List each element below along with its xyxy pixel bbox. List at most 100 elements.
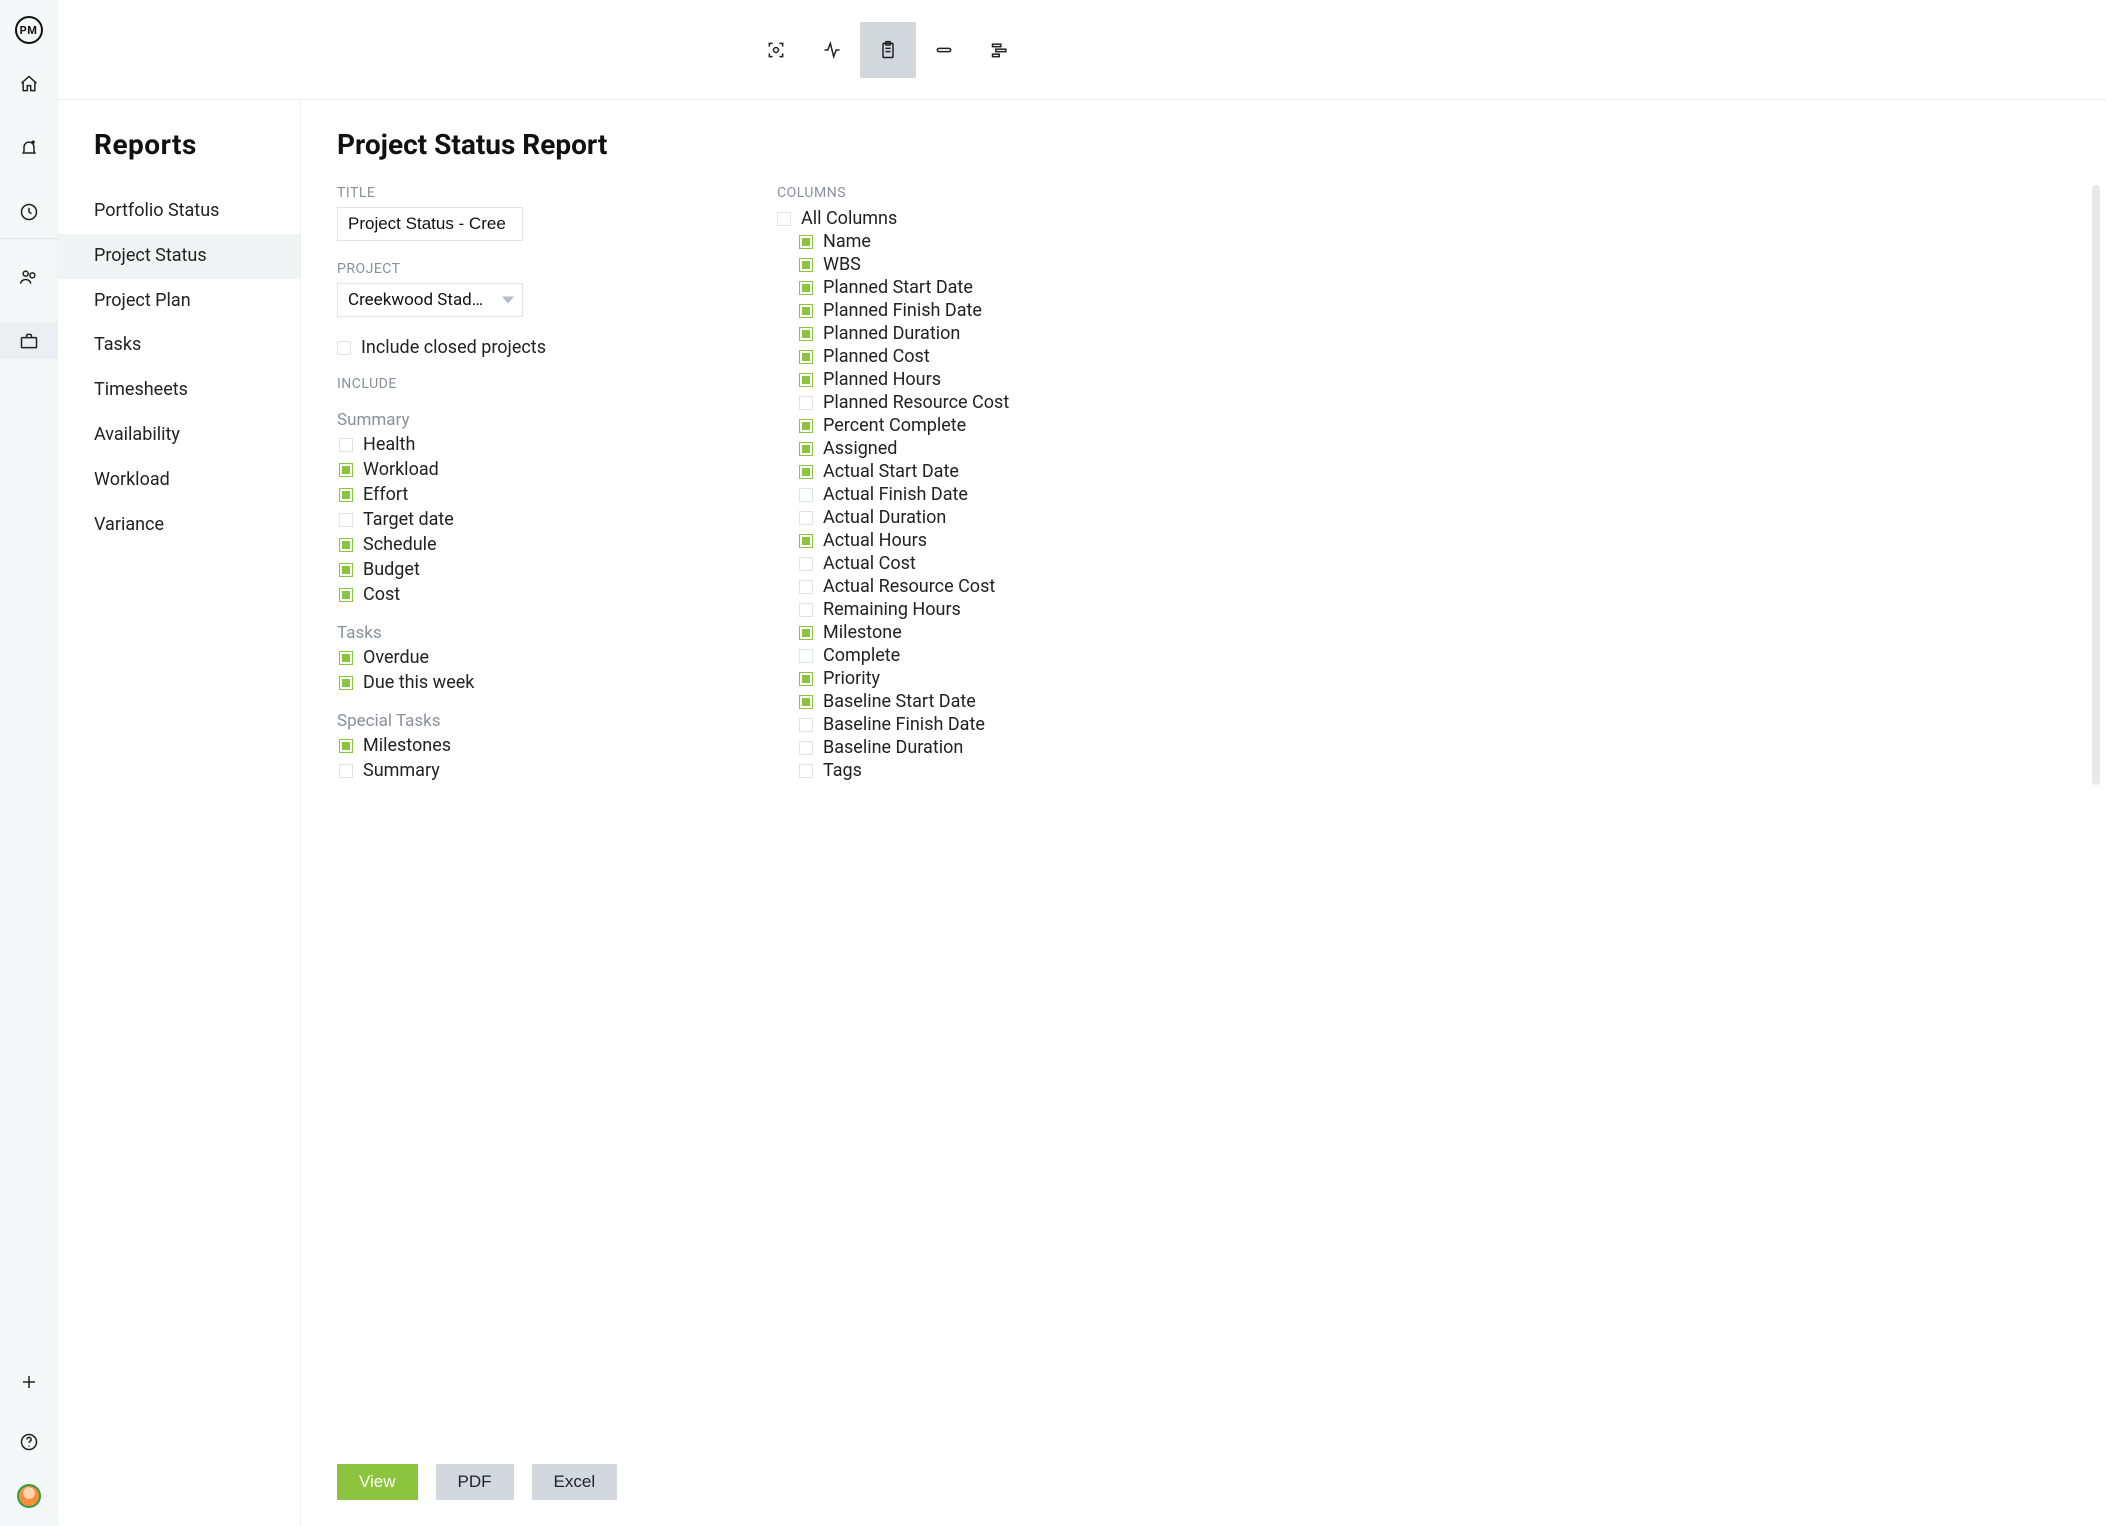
column-checkbox[interactable] (799, 534, 813, 548)
all-columns-label: All Columns (801, 208, 897, 229)
column-checkbox[interactable] (799, 603, 813, 617)
column-checkbox[interactable] (799, 350, 813, 364)
column-label: WBS (823, 254, 861, 275)
sidebar-item[interactable]: Tasks (58, 323, 300, 368)
rail-recent[interactable] (0, 194, 58, 230)
column-checkbox[interactable] (799, 764, 813, 778)
column-label: Planned Cost (823, 346, 930, 367)
topbar-activity[interactable] (804, 22, 860, 78)
excel-button[interactable]: Excel (532, 1464, 618, 1500)
column-label: Remaining Hours (823, 599, 961, 620)
include-checkbox[interactable] (339, 488, 353, 502)
include-option-label: Target date (363, 509, 454, 530)
include-checkbox[interactable] (339, 438, 353, 452)
include-checkbox[interactable] (339, 588, 353, 602)
roadmap-icon (990, 40, 1010, 60)
columns-label: COLUMNS (777, 185, 2058, 201)
clipboard-icon (878, 40, 898, 60)
rail-home[interactable] (0, 66, 58, 102)
column-label: Planned Duration (823, 323, 960, 344)
scrollbar[interactable] (2092, 185, 2100, 785)
topbar-reports[interactable] (860, 22, 916, 78)
column-checkbox[interactable] (799, 281, 813, 295)
sidebar-item[interactable]: Project Plan (58, 279, 300, 324)
column-label: Actual Finish Date (823, 484, 968, 505)
include-option-label: Due this week (363, 672, 474, 693)
rail-help[interactable] (0, 1424, 58, 1460)
include-checkbox[interactable] (339, 563, 353, 577)
project-select[interactable]: Creekwood Stad… (337, 283, 523, 317)
title-input[interactable] (337, 207, 523, 241)
rail-portfolio[interactable] (0, 323, 58, 359)
column-checkbox[interactable] (799, 580, 813, 594)
topbar-attach[interactable] (916, 22, 972, 78)
include-checkbox[interactable] (339, 513, 353, 527)
include-closed-checkbox[interactable] (337, 341, 351, 355)
sidebar-item[interactable]: Timesheets (58, 368, 300, 413)
include-option-label: Health (363, 434, 415, 455)
include-closed-label: Include closed projects (361, 337, 546, 358)
rail-team[interactable] (0, 259, 58, 295)
column-checkbox[interactable] (799, 396, 813, 410)
include-checkbox[interactable] (339, 676, 353, 690)
reports-sidebar: Reports Portfolio StatusProject StatusPr… (58, 100, 300, 1526)
column-label: Actual Hours (823, 530, 927, 551)
pdf-button[interactable]: PDF (436, 1464, 514, 1500)
help-icon (19, 1432, 39, 1452)
column-label: Baseline Start Date (823, 691, 976, 712)
column-checkbox[interactable] (799, 419, 813, 433)
column-checkbox[interactable] (799, 557, 813, 571)
column-checkbox[interactable] (799, 741, 813, 755)
column-checkbox[interactable] (799, 695, 813, 709)
column-checkbox[interactable] (799, 626, 813, 640)
all-columns-checkbox[interactable] (777, 212, 791, 226)
sidebar-item[interactable]: Availability (58, 413, 300, 458)
rail-add[interactable] (0, 1364, 58, 1400)
column-label: Actual Duration (823, 507, 946, 528)
sidebar-item[interactable]: Project Status (58, 234, 300, 279)
column-checkbox[interactable] (799, 304, 813, 318)
column-checkbox[interactable] (799, 327, 813, 341)
view-button[interactable]: View (337, 1464, 418, 1500)
app-logo: PM (15, 16, 43, 44)
column-label: Priority (823, 668, 880, 689)
column-checkbox[interactable] (799, 235, 813, 249)
column-label: Actual Cost (823, 553, 916, 574)
sidebar-item[interactable]: Portfolio Status (58, 189, 300, 234)
column-checkbox[interactable] (799, 373, 813, 387)
sidebar-title: Reports (94, 128, 300, 161)
column-checkbox[interactable] (799, 258, 813, 272)
include-checkbox[interactable] (339, 463, 353, 477)
column-label: Planned Start Date (823, 277, 973, 298)
column-label: Actual Start Date (823, 461, 959, 482)
column-checkbox[interactable] (799, 442, 813, 456)
include-option-label: Summary (363, 760, 440, 781)
project-select-value: Creekwood Stad… (348, 290, 483, 310)
include-option-label: Workload (363, 459, 439, 480)
include-checkbox[interactable] (339, 538, 353, 552)
column-checkbox[interactable] (799, 511, 813, 525)
rail-notifications[interactable] (0, 130, 58, 166)
column-label: Tags (823, 760, 862, 781)
column-checkbox[interactable] (799, 465, 813, 479)
column-checkbox[interactable] (799, 718, 813, 732)
report-panel: Project Status Report TITLE PROJECT Cree… (300, 100, 2106, 1526)
topbar-roadmap[interactable] (972, 22, 1028, 78)
column-checkbox[interactable] (799, 649, 813, 663)
people-icon (19, 267, 39, 287)
scan-icon (766, 40, 786, 60)
topbar-scan[interactable] (748, 22, 804, 78)
sidebar-item[interactable]: Workload (58, 458, 300, 503)
include-checkbox[interactable] (339, 764, 353, 778)
panel-title: Project Status Report (337, 128, 2106, 161)
include-checkbox[interactable] (339, 739, 353, 753)
avatar[interactable] (17, 1484, 41, 1508)
column-checkbox[interactable] (799, 672, 813, 686)
column-checkbox[interactable] (799, 488, 813, 502)
column-label: Baseline Finish Date (823, 714, 985, 735)
include-group-heading: Summary (337, 410, 637, 430)
column-label: Milestone (823, 622, 902, 643)
sidebar-item[interactable]: Variance (58, 503, 300, 548)
include-checkbox[interactable] (339, 651, 353, 665)
include-option-label: Cost (363, 584, 400, 605)
